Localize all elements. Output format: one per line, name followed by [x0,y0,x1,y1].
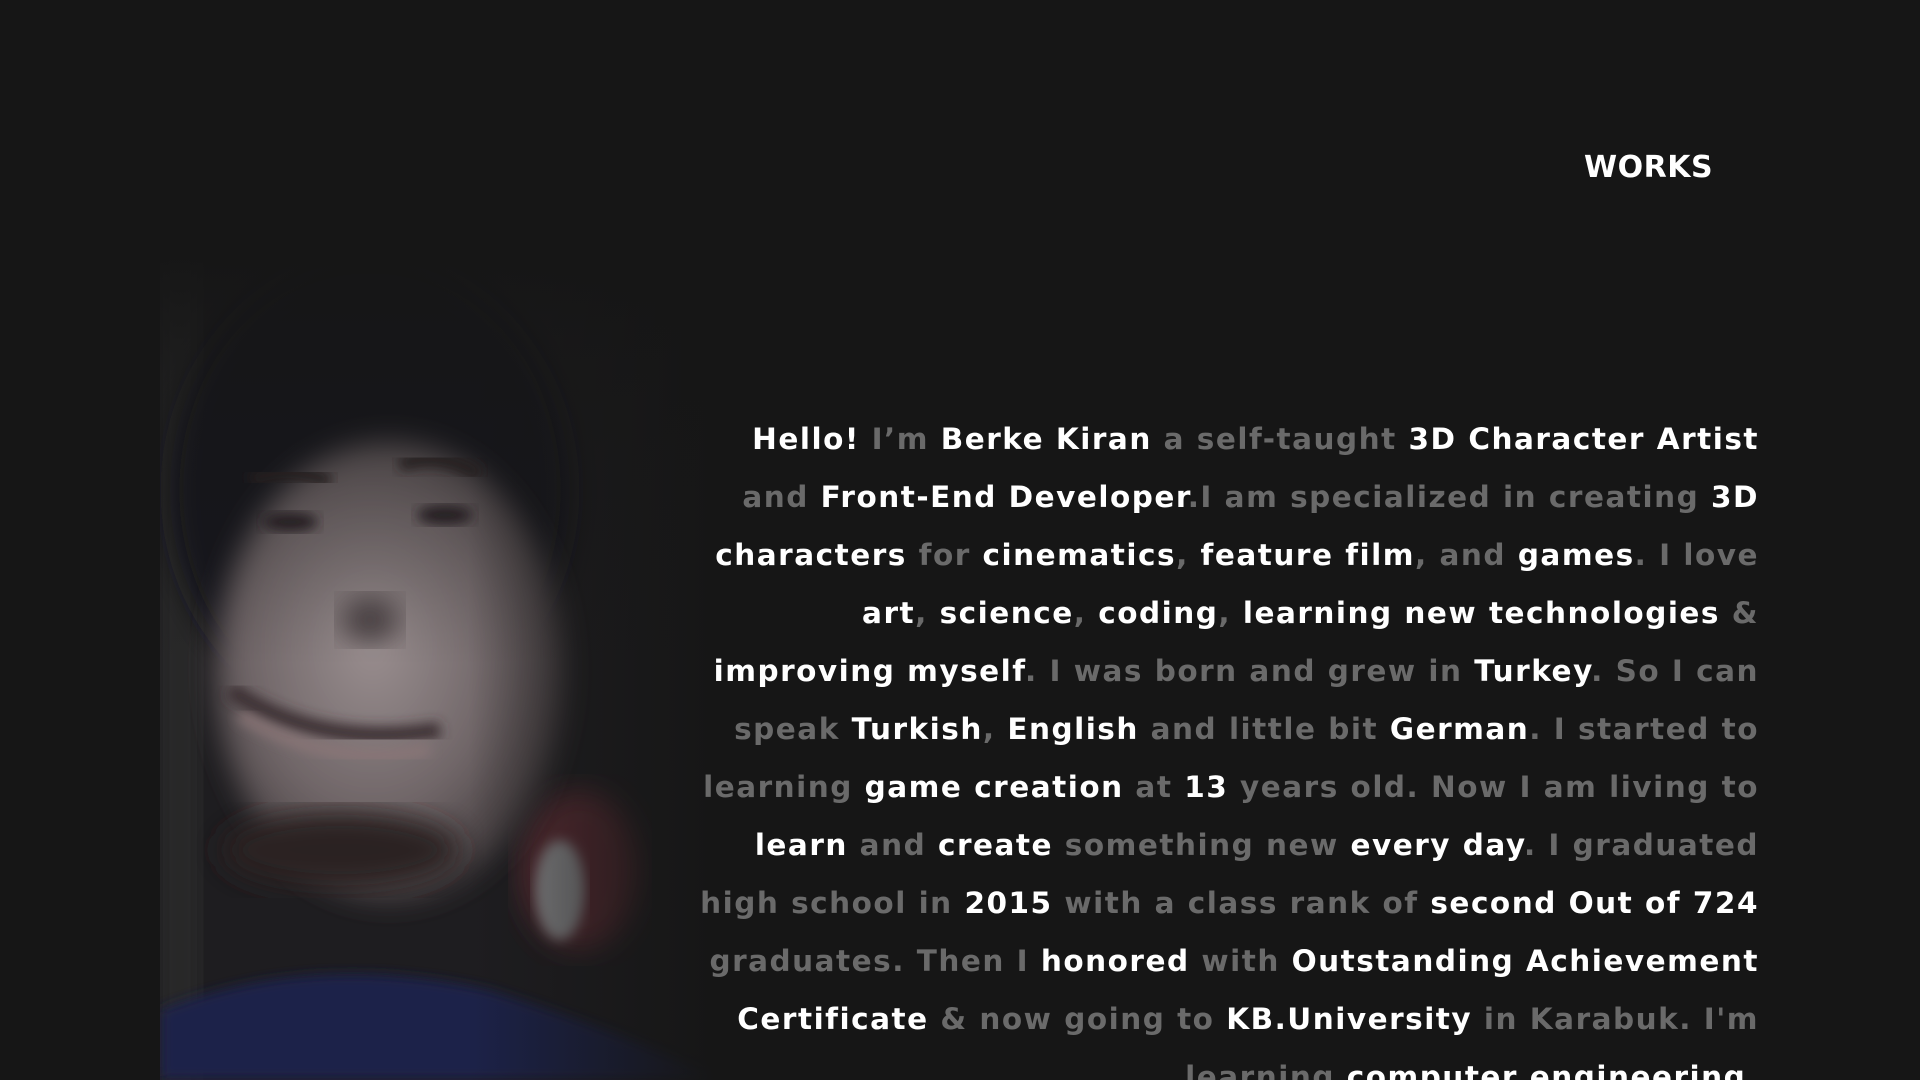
portrait-photo [160,250,720,1080]
bio-highlight: Turkish [851,712,983,746]
bio-text: and [742,480,821,514]
bio-highlight: KB.University [1226,1002,1473,1036]
bio-highlight: improving myself [713,654,1025,688]
bio-text: years old. Now I am living to [1228,770,1759,804]
bio-highlight: game creation [864,770,1124,804]
bio-text: & now going to [928,1002,1227,1036]
bio-text: with a class rank of [1052,886,1431,920]
bio-highlight: German [1389,712,1530,746]
bio-highlight: English [1007,712,1139,746]
bio-highlight: 13 [1184,770,1229,804]
bio-highlight: learn [754,828,848,862]
bio-text: I’m [859,422,941,456]
bio-text: , [982,712,1008,746]
bio-highlight: science [939,596,1074,630]
bio-paragraph: Hello! I’m Berke Kiran a self-taught 3D … [680,410,1759,1080]
bio-text: , and [1415,538,1518,572]
bio-text: and [847,828,938,862]
bio-highlight: Berke Kiran [940,422,1152,456]
bio-text: , [1176,538,1201,572]
bio-text: a self-taught [1151,422,1409,456]
bio-highlight: 3D Character Artist [1408,422,1759,456]
bio-text: , [915,596,940,630]
bio-text: . [1746,1060,1759,1080]
bio-text: .I am specialized in creating [1187,480,1711,514]
nav-works-link[interactable]: WORKS [1584,150,1713,185]
bio-highlight: Hello! [752,422,860,456]
bio-text: at [1123,770,1185,804]
bio-highlight: 2015 [964,886,1053,920]
bio-highlight: learning new technologies [1242,596,1720,630]
bio-text: & [1720,596,1759,630]
bio-highlight: coding [1098,596,1219,630]
bio-highlight: art [862,596,916,630]
profile-photo-icon [160,250,720,1080]
bio-highlight: games [1517,538,1635,572]
bio-text: , [1073,596,1099,630]
bio-text: . I love [1634,538,1759,572]
bio-highlight: cinematics [982,538,1177,572]
bio-text: something new [1053,828,1351,862]
bio-highlight: every day [1350,828,1524,862]
bio-highlight: computer engineering [1346,1060,1747,1080]
bio-text: . I was born and grew in [1025,654,1475,688]
bio-text: for [906,538,983,572]
bio-highlight: create [937,828,1054,862]
bio-text: and little bit [1138,712,1390,746]
bio-highlight: second Out of 724 [1430,886,1759,920]
bio-highlight: feature film [1200,538,1416,572]
bio-highlight: Front-End Developer [820,480,1188,514]
bio-highlight: Turkey [1474,654,1592,688]
bio-text: graduates. Then I [709,944,1041,978]
bio-text: with [1189,944,1292,978]
bio-highlight: honored [1040,944,1190,978]
bio-text: , [1218,596,1243,630]
